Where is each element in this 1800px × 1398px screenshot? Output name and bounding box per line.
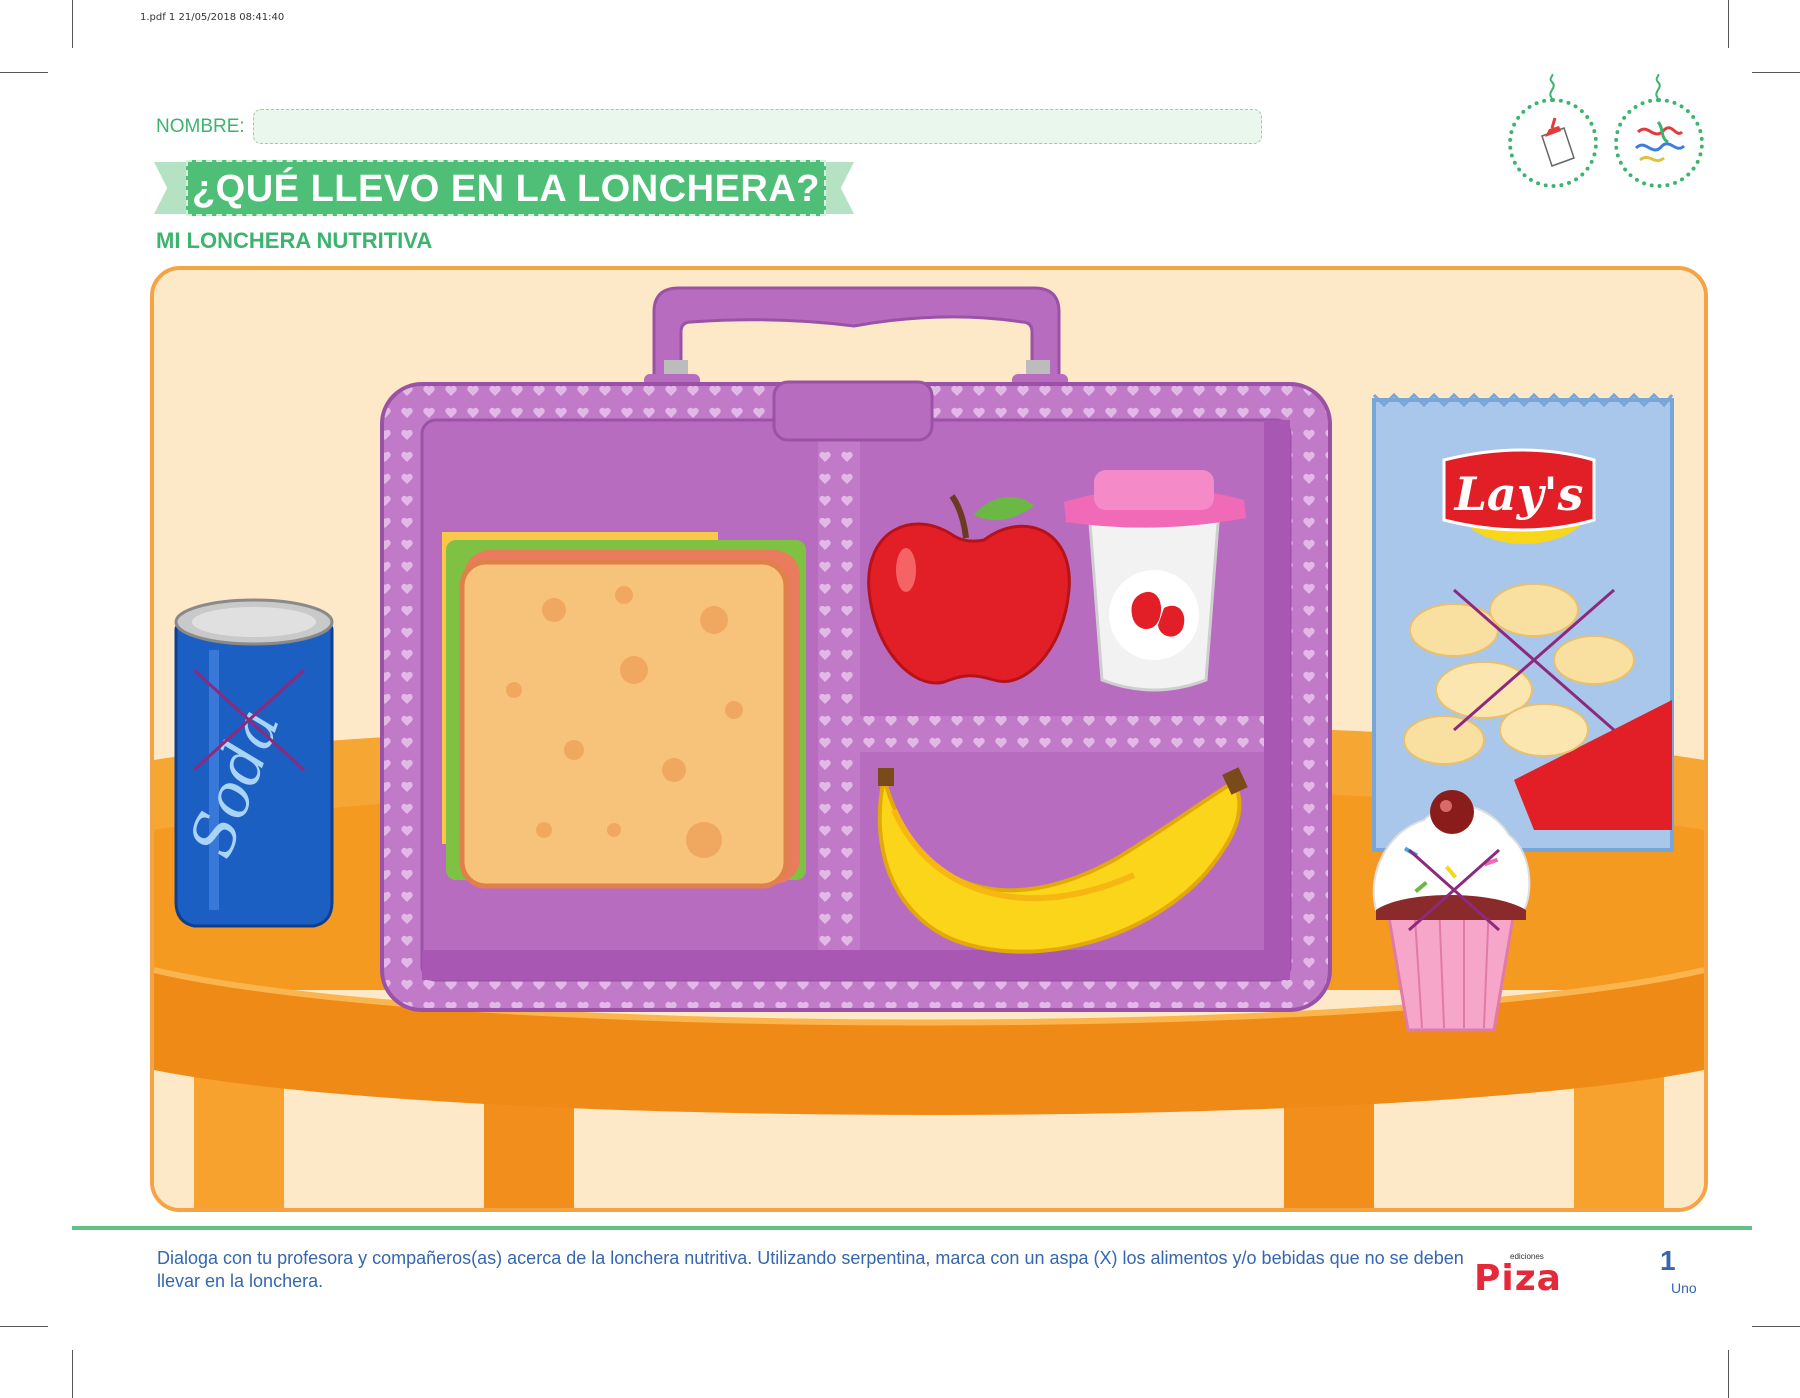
crop-mark [0,72,48,73]
steam-icon [1549,74,1555,99]
print-info: 1.pdf 1 21/05/2018 08:41:40 [140,12,285,23]
streamer-icon [1614,98,1704,188]
chips-brand-label: Lay's [1453,467,1584,521]
lunchbox [380,286,1332,1012]
name-label: NOMBRE: [156,116,245,137]
crop-mark [1728,1350,1729,1398]
publisher-logo: ediciones Piza [1474,1252,1562,1299]
name-field[interactable] [253,109,1262,144]
title-ribbon: ¿QUÉ LLEVO EN LA LONCHERA? [154,152,854,226]
crop-mark [1728,0,1729,48]
lunchbox-scene: Soda Lay's [150,266,1708,1212]
chips-bag: Lay's [1372,392,1674,852]
page-number-word: Uno [1671,1280,1697,1296]
crop-mark [1752,1326,1800,1327]
soda-can: Soda [174,598,334,928]
publisher-small-label: ediciones [1510,1252,1544,1261]
crop-mark [72,1350,73,1398]
page-number: 1 [1660,1245,1676,1276]
crop-mark [72,0,73,48]
steam-icon [1655,74,1661,99]
instruction-text: Dialoga con tu profesora y compañeros(as… [157,1248,1464,1291]
crop-mark [0,1326,48,1327]
page-title: ¿QUÉ LLEVO EN LA LONCHERA? [191,168,821,210]
publisher-name: Piza [1474,1258,1562,1299]
crop-mark [1752,72,1800,73]
footer-divider [72,1226,1752,1230]
page-subtitle: MI LONCHERA NUTRITIVA [156,228,433,253]
ribbon-banner: ¿QUÉ LLEVO EN LA LONCHERA? [186,160,826,216]
glue-bottle-icon [1508,98,1598,188]
sandwich [442,532,806,889]
